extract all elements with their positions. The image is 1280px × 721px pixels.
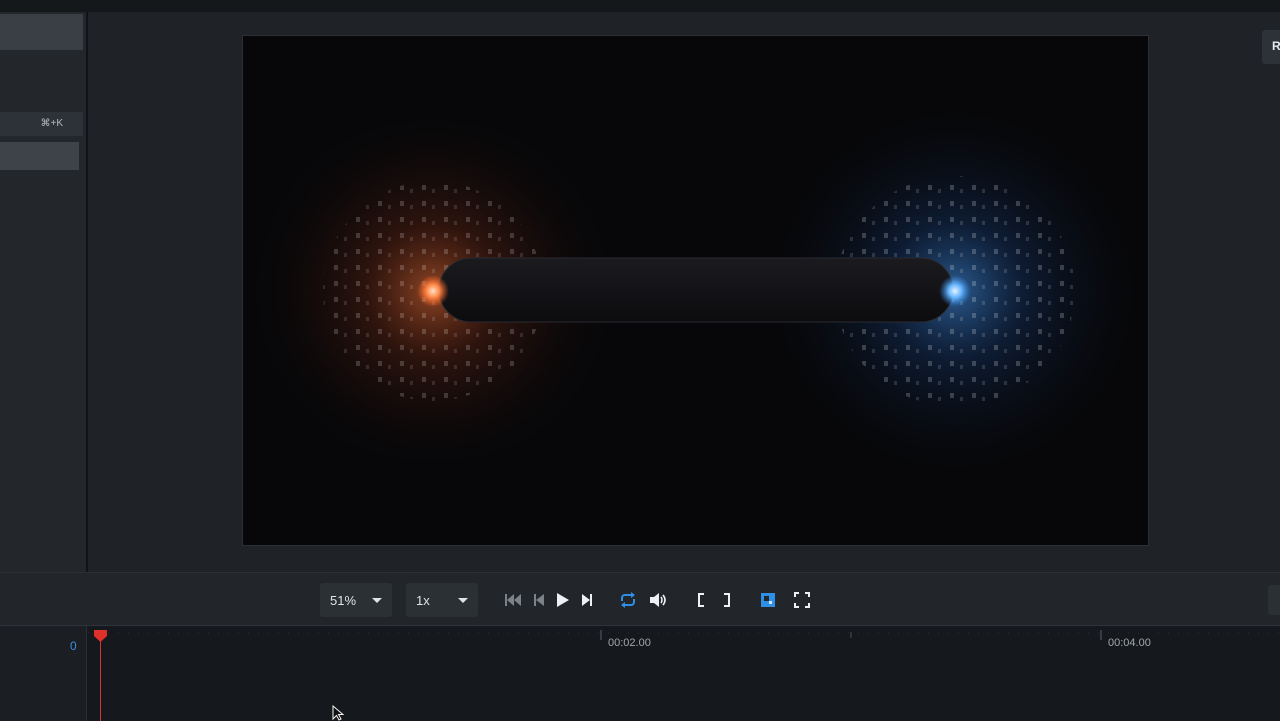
fullscreen-icon [794, 592, 810, 608]
mouse-cursor-icon [332, 705, 345, 721]
play-button[interactable] [554, 591, 572, 609]
volume-icon [650, 593, 666, 607]
chevron-down-icon [458, 598, 468, 603]
loop-toggle[interactable] [619, 591, 637, 609]
track-header: 0 [0, 626, 87, 721]
right-edge-control[interactable] [1268, 585, 1280, 615]
ruler-label-2s: 00:02.00 [608, 637, 651, 649]
skip-to-start-icon [505, 594, 521, 606]
sidebar-item-highlight[interactable] [0, 142, 79, 170]
ruler-ticks [88, 630, 1280, 640]
volume-button[interactable] [649, 591, 667, 609]
ruler-label-4s: 00:04.00 [1108, 637, 1151, 649]
play-icon [557, 593, 569, 607]
zoom-value: 51% [330, 593, 357, 608]
sidebar-item-selected[interactable] [0, 14, 83, 50]
step-forward-icon [582, 594, 592, 606]
speed-value: 1x [416, 593, 430, 608]
time-ruler[interactable]: 00:02.00 00:04.00 [88, 626, 1280, 656]
step-back-icon [534, 594, 544, 606]
speed-dropdown[interactable]: 1x [406, 583, 478, 617]
zoom-dropdown[interactable]: 51% [320, 583, 392, 617]
step-back-button[interactable] [530, 591, 548, 609]
mark-in-icon [698, 593, 704, 607]
step-forward-button[interactable] [578, 591, 596, 609]
safe-area-toggle[interactable] [759, 591, 777, 609]
mark-out-icon [724, 593, 730, 607]
mark-out-button[interactable] [718, 591, 736, 609]
shortcut-label: ⌘+K [40, 118, 63, 129]
skip-to-start-button[interactable] [504, 591, 522, 609]
preview-artwork [243, 36, 1148, 545]
playhead-handle[interactable] [93, 629, 108, 643]
timeline[interactable]: 0 00:02.00 00:04.00 [0, 625, 1280, 721]
video-preview[interactable] [242, 35, 1149, 546]
right-panel-button[interactable]: R [1262, 30, 1280, 64]
right-panel-button-label: R [1272, 39, 1280, 53]
loop-icon [621, 592, 635, 608]
playhead-line [100, 634, 101, 721]
playback-controls: 51% 1x [0, 572, 1280, 625]
fullscreen-button[interactable] [793, 591, 811, 609]
mark-in-button[interactable] [692, 591, 710, 609]
track-start-label: 0 [70, 639, 77, 653]
safe-area-icon [761, 593, 775, 607]
sidebar-item-shortcut[interactable]: ⌘+K [0, 112, 83, 136]
left-sidebar: ⌘+K [0, 12, 88, 572]
chevron-down-icon [372, 598, 382, 603]
